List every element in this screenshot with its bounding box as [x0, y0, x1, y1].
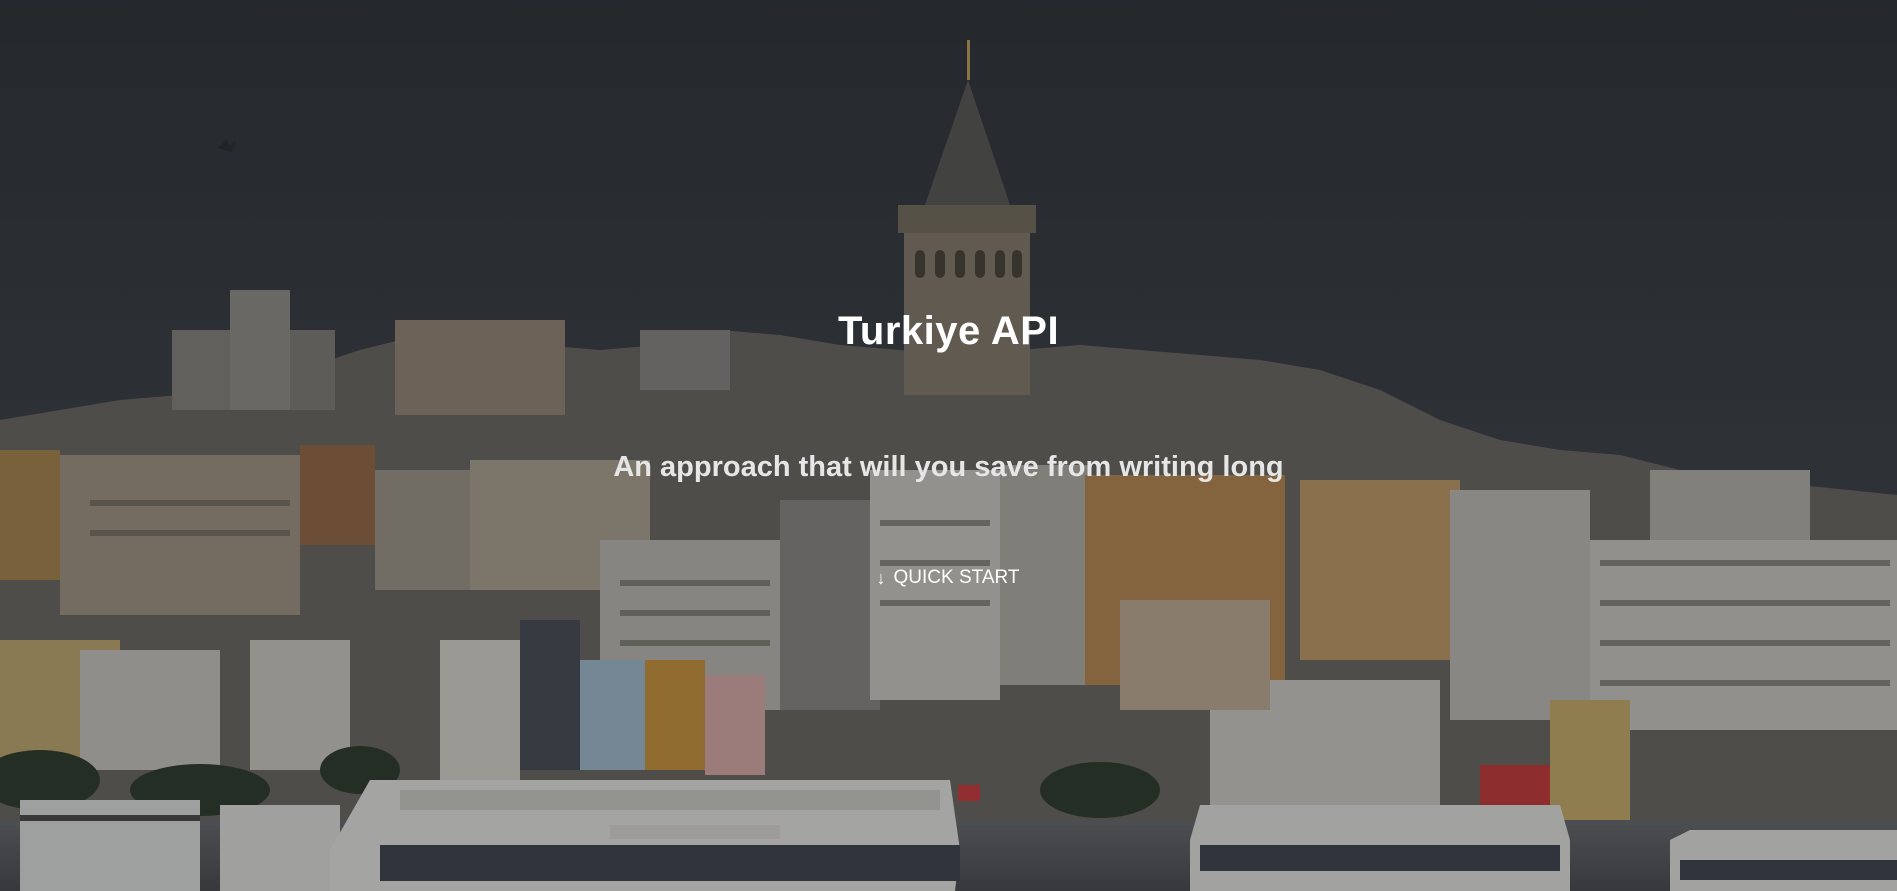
hero-dark-overlay	[0, 0, 1897, 891]
arrow-down-icon: ↓	[876, 568, 886, 588]
hero-section: Turkiye API An approach that will you sa…	[0, 0, 1897, 891]
hero-subtitle: An approach that will you save from writ…	[613, 451, 1284, 483]
page-title: Turkiye API	[837, 308, 1060, 353]
quick-start-label: QUICK START	[893, 567, 1020, 588]
quick-start-link[interactable]: ↓ QUICK START	[868, 562, 1028, 594]
